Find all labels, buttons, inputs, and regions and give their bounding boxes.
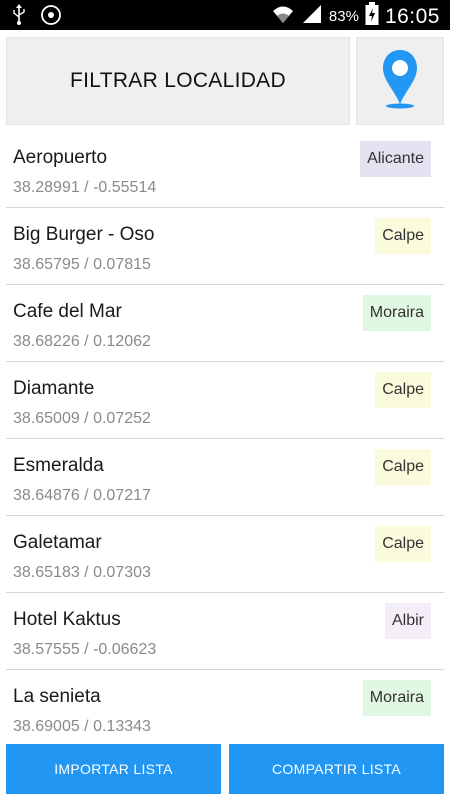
battery-charging-icon — [365, 2, 379, 31]
location-name: La senieta — [13, 686, 101, 707]
share-list-button[interactable]: COMPARTIR LISTA — [229, 744, 444, 794]
list-item[interactable]: Cafe del Mar 38.68226 / 0.12062 Moraira — [6, 285, 444, 362]
list-item[interactable]: La senieta 38.69005 / 0.13343 Moraira — [6, 670, 444, 737]
list-item[interactable]: Esmeralda 38.64876 / 0.07217 Calpe — [6, 439, 444, 516]
wifi-icon — [271, 3, 295, 30]
list-item[interactable]: Big Burger - Oso 38.65795 / 0.07815 Calpe — [6, 208, 444, 285]
location-coordinates: 38.65183 / 0.07303 — [13, 564, 151, 581]
town-badge: Calpe — [375, 526, 431, 562]
usb-icon — [12, 4, 26, 31]
town-badge: Moraira — [362, 680, 431, 716]
status-bar: 83% 16:05 — [0, 0, 450, 30]
sync-icon — [40, 4, 62, 31]
location-coordinates: 38.65009 / 0.07252 — [13, 410, 151, 427]
town-badge: Moraira — [362, 295, 431, 331]
location-name: Big Burger - Oso — [13, 224, 155, 245]
location-coordinates: 38.64876 / 0.07217 — [13, 487, 151, 504]
battery-percent: 83% — [328, 8, 359, 25]
list-item[interactable]: Diamante 38.65009 / 0.07252 Calpe — [6, 362, 444, 439]
import-list-button[interactable]: IMPORTAR LISTA — [6, 744, 221, 794]
filter-location-button[interactable]: FILTRAR LOCALIDAD — [6, 37, 350, 125]
location-coordinates: 38.57555 / -0.06623 — [13, 641, 157, 658]
map-pin-icon — [380, 48, 420, 115]
location-button[interactable] — [356, 37, 444, 125]
header: FILTRAR LOCALIDAD — [6, 37, 444, 125]
town-badge: Albir — [384, 603, 431, 639]
clock: 16:05 — [384, 4, 440, 28]
location-name: Cafe del Mar — [13, 301, 122, 322]
location-name: Galetamar — [13, 532, 102, 553]
signal-icon — [301, 3, 323, 30]
list-item[interactable]: Hotel Kaktus 38.57555 / -0.06623 Albir — [6, 593, 444, 670]
list-item[interactable]: Galetamar 38.65183 / 0.07303 Calpe — [6, 516, 444, 593]
town-badge: Alicante — [360, 141, 431, 177]
town-badge: Calpe — [375, 218, 431, 254]
location-list[interactable]: Aeropuerto 38.28991 / -0.55514 Alicante Big… — [6, 131, 444, 737]
location-coordinates: 38.28991 / -0.55514 — [13, 179, 157, 196]
location-coordinates: 38.69005 / 0.13343 — [13, 718, 151, 735]
location-coordinates: 38.68226 / 0.12062 — [13, 333, 151, 350]
location-name: Hotel Kaktus — [13, 609, 121, 630]
town-badge: Calpe — [375, 449, 431, 485]
location-coordinates: 38.65795 / 0.07815 — [13, 256, 151, 273]
town-badge: Calpe — [375, 372, 431, 408]
location-name: Aeropuerto — [13, 147, 108, 168]
location-name: Diamante — [13, 378, 95, 399]
location-name: Esmeralda — [13, 455, 104, 476]
list-item[interactable]: Aeropuerto 38.28991 / -0.55514 Alicante — [6, 131, 444, 208]
